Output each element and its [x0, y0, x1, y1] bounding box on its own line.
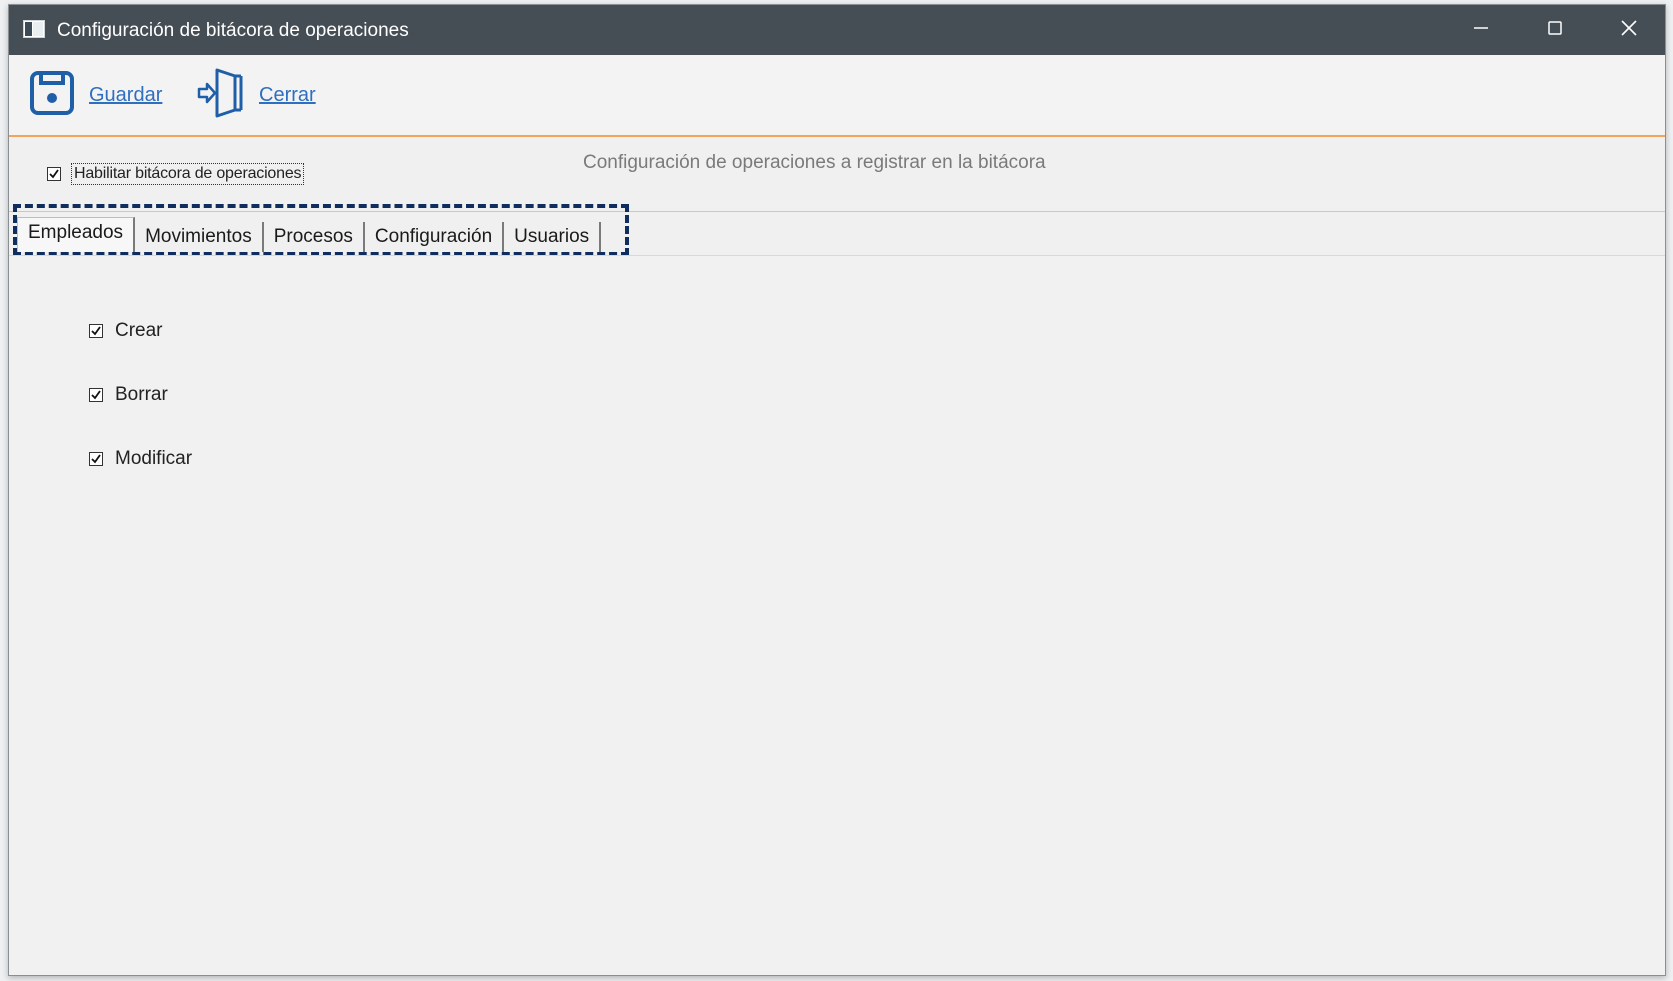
- tab-procesos[interactable]: Procesos: [264, 222, 365, 252]
- close-icon: [1620, 19, 1638, 42]
- enable-logging-label: Habilitar bitácora de operaciones: [71, 163, 305, 185]
- tab-panel-empleados: Crear Borrar Modificar: [9, 255, 1665, 975]
- operation-row-borrar[interactable]: Borrar: [89, 384, 168, 406]
- section-title: Configuración de operaciones a registrar…: [583, 152, 1046, 173]
- tab-strip: Empleados Movimientos Procesos Configura…: [17, 216, 602, 252]
- save-label: Guardar: [89, 83, 163, 106]
- maximize-button[interactable]: [1519, 5, 1591, 55]
- save-button[interactable]: Guardar: [29, 67, 162, 123]
- tab-usuarios[interactable]: Usuarios: [504, 222, 602, 252]
- maximize-icon: [1547, 20, 1563, 41]
- borrar-checkbox[interactable]: [89, 388, 103, 402]
- tab-movimientos[interactable]: Movimientos: [135, 222, 264, 252]
- enable-logging-row[interactable]: Habilitar bitácora de operaciones: [47, 163, 305, 185]
- crear-label: Crear: [115, 320, 163, 341]
- exit-door-icon: [195, 66, 245, 125]
- borrar-label: Borrar: [115, 384, 168, 405]
- config-window: Configuración de bitácora de operaciones: [8, 4, 1666, 976]
- operation-row-modificar[interactable]: Modificar: [89, 448, 192, 470]
- minimize-button[interactable]: [1445, 5, 1517, 55]
- app-icon: [23, 20, 45, 43]
- floppy-disk-icon: [29, 70, 75, 121]
- enable-logging-checkbox[interactable]: [47, 167, 61, 181]
- close-label: Cerrar: [259, 83, 316, 106]
- modificar-checkbox[interactable]: [89, 452, 103, 466]
- toolbar: Guardar Cerrar: [9, 55, 1665, 137]
- operation-row-crear[interactable]: Crear: [89, 320, 163, 342]
- close-window-button[interactable]: Cerrar: [195, 67, 316, 123]
- minimize-icon: [1473, 20, 1489, 41]
- tab-configuracion[interactable]: Configuración: [365, 222, 505, 252]
- close-button[interactable]: [1593, 5, 1665, 55]
- modificar-label: Modificar: [115, 448, 193, 469]
- window-title: Configuración de bitácora de operaciones: [57, 20, 409, 41]
- title-bar: Configuración de bitácora de operaciones: [9, 5, 1665, 55]
- crear-checkbox[interactable]: [89, 324, 103, 338]
- tabstrip-divider: [9, 211, 1665, 212]
- tab-empleados[interactable]: Empleados: [17, 217, 136, 252]
